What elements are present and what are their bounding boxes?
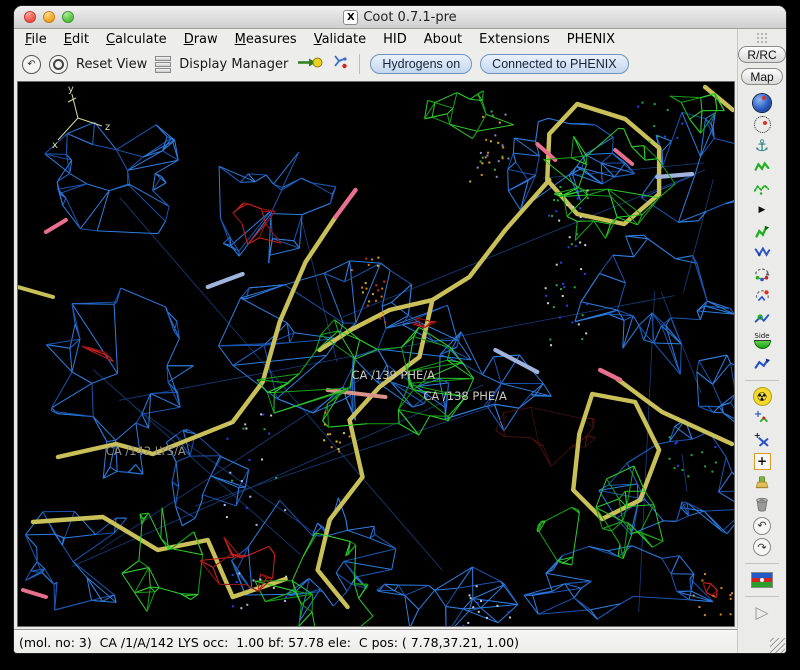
svg-text:x: x bbox=[52, 140, 58, 151]
window-title: X Coot 0.7.1-pre bbox=[343, 10, 456, 25]
rrc-button[interactable]: R/RC bbox=[738, 46, 785, 63]
atom-label: CA /142 LYS/A bbox=[106, 444, 186, 458]
menu-calculate[interactable]: Calculate bbox=[106, 32, 167, 47]
rotate-sphere-icon[interactable] bbox=[750, 93, 774, 112]
map-button[interactable]: Map bbox=[741, 68, 782, 85]
undo-icon[interactable]: ↶ bbox=[750, 516, 774, 535]
menu-about[interactable]: About bbox=[424, 32, 462, 47]
rotate-translate-zone-icon[interactable] bbox=[750, 244, 774, 263]
auto-fit-rotamer-icon[interactable] bbox=[750, 265, 774, 284]
svg-text:y: y bbox=[68, 84, 74, 95]
toolbar-separator bbox=[359, 54, 360, 74]
menu-bar: File Edit Calculate Draw Measures Validate HID… bbox=[14, 29, 737, 49]
molecule-chooser-icon[interactable] bbox=[331, 53, 349, 75]
phenix-connection-button[interactable]: Connected to PHENIX bbox=[480, 54, 628, 74]
close-button[interactable] bbox=[24, 11, 36, 23]
canvas-frame: y x z CA /139 PHE/A CA /138 PHE/A CA /142 LYS… bbox=[14, 79, 737, 629]
run-script-icon[interactable]: ▷ bbox=[750, 604, 774, 623]
place-atom-icon[interactable]: + bbox=[750, 430, 774, 449]
title-bar[interactable]: X Coot 0.7.1-pre bbox=[14, 6, 786, 29]
recenter-icon[interactable] bbox=[49, 55, 68, 74]
x11-icon: X bbox=[343, 10, 358, 25]
rotamers-icon[interactable] bbox=[750, 287, 774, 306]
window-title-text: Coot 0.7.1-pre bbox=[363, 10, 456, 25]
window-resize-grip[interactable] bbox=[770, 638, 785, 653]
edit-backbone-icon[interactable] bbox=[750, 354, 774, 373]
window-controls bbox=[24, 11, 74, 23]
simple-mesh-icon[interactable]: + bbox=[750, 452, 774, 471]
clean-brush-icon[interactable] bbox=[750, 473, 774, 492]
expand-toolbar-icon[interactable]: ▶ bbox=[750, 201, 774, 220]
menu-extensions[interactable]: Extensions bbox=[479, 32, 550, 47]
menu-phenix[interactable]: PHENIX bbox=[567, 32, 615, 47]
side-toolbar: R/RC Map ⚓ ▶ Side ☢ + + + ↶ ↷ ▷ bbox=[737, 29, 786, 653]
edit-chi-angles-icon[interactable] bbox=[750, 308, 774, 327]
svg-text:+: + bbox=[754, 409, 762, 420]
reset-view-icon[interactable]: ↶ bbox=[22, 55, 41, 74]
menu-draw[interactable]: Draw bbox=[184, 32, 218, 47]
menu-measures[interactable]: Measures bbox=[235, 32, 297, 47]
rigid-body-fit-icon[interactable] bbox=[750, 222, 774, 241]
toolbar-separator bbox=[745, 596, 779, 597]
menu-hid[interactable]: HID bbox=[383, 32, 407, 47]
hydrogens-toggle-button[interactable]: Hydrogens on bbox=[370, 54, 472, 74]
coot-window: X Coot 0.7.1-pre File Edit Calculate Draw Me… bbox=[14, 6, 786, 653]
toolbar-separator bbox=[745, 563, 779, 564]
axes-indicator bbox=[58, 94, 102, 140]
atom-label: CA /138 PHE/A bbox=[423, 389, 507, 403]
regularize-zone-icon[interactable] bbox=[750, 158, 774, 177]
graphics-canvas[interactable]: y x z CA /139 PHE/A CA /138 PHE/A CA /142 LYS… bbox=[17, 81, 735, 627]
toolbar-separator bbox=[745, 380, 779, 381]
flip-sidechain-icon[interactable]: Side bbox=[750, 330, 774, 352]
display-manager-icon[interactable] bbox=[155, 56, 171, 73]
menu-file[interactable]: File bbox=[25, 32, 47, 47]
minimize-button[interactable] bbox=[43, 11, 55, 23]
svg-text:z: z bbox=[105, 122, 110, 133]
model-tools-stack: ⚓ ▶ Side ☢ + + + ↶ ↷ ▷ bbox=[738, 93, 786, 638]
menu-edit[interactable]: Edit bbox=[64, 32, 89, 47]
go-to-atom-icon[interactable] bbox=[296, 54, 323, 75]
real-space-refine-icon[interactable]: ⚓ bbox=[750, 136, 774, 155]
fixed-atoms-icon[interactable] bbox=[750, 179, 774, 198]
atom-label: CA /139 PHE/A bbox=[352, 368, 436, 382]
status-text: (mol. no: 3) CA /1/A/142 LYS occ: 1.00 b… bbox=[19, 635, 519, 650]
delete-item-icon[interactable] bbox=[750, 495, 774, 514]
redo-icon[interactable]: ↷ bbox=[750, 538, 774, 557]
status-bar: (mol. no: 3) CA /1/A/142 LYS occ: 1.00 b… bbox=[14, 629, 737, 653]
recentre-view-icon[interactable] bbox=[750, 115, 774, 134]
add-terminal-residue-icon[interactable]: ☢ bbox=[750, 387, 774, 406]
add-alt-conf-icon[interactable]: + bbox=[750, 409, 774, 428]
menu-validate[interactable]: Validate bbox=[314, 32, 366, 47]
toolbar-grip-icon[interactable] bbox=[756, 32, 769, 43]
reset-view-button[interactable]: Reset View bbox=[76, 57, 147, 72]
toolbar: ↶ Reset View Display Manager bbox=[14, 49, 737, 79]
display-manager-button[interactable]: Display Manager bbox=[179, 57, 288, 72]
flag-icon[interactable] bbox=[750, 571, 774, 590]
zoom-button[interactable] bbox=[62, 11, 74, 23]
